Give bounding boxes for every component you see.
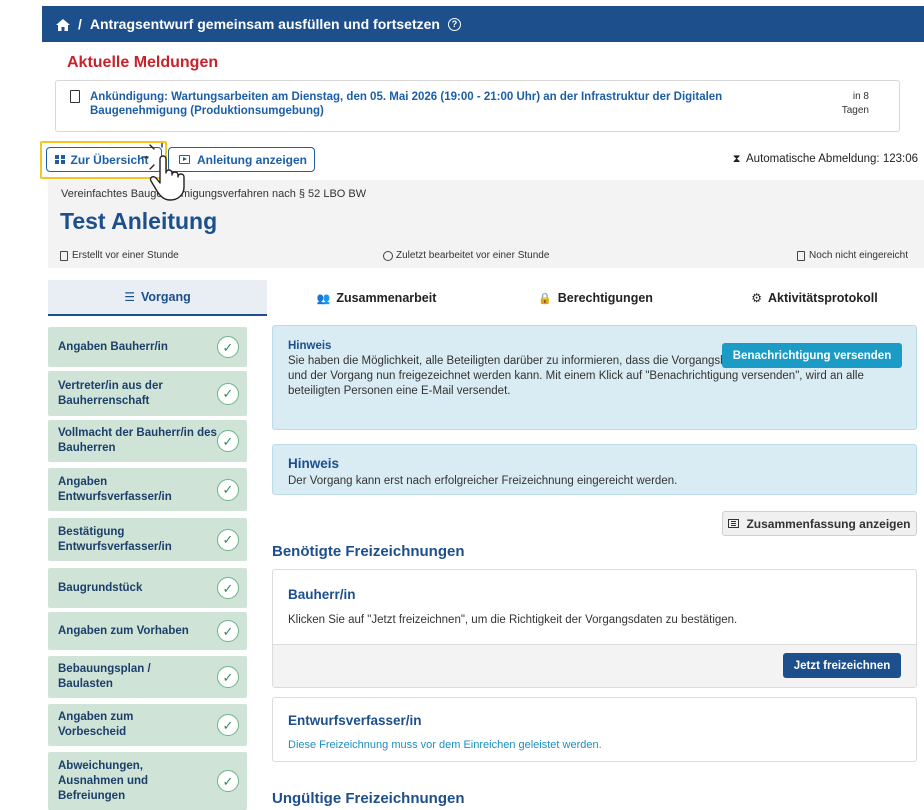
message-time: in 8 Tagen	[831, 90, 869, 118]
approval-card-entwurfsverfasser: Entwurfsverfasser/in Diese Freizeichnung…	[272, 697, 917, 762]
sidebar-item-vollmacht[interactable]: Vollmacht der Bauherr/in des Bauherren ✓	[48, 420, 247, 462]
check-icon: ✓	[217, 528, 239, 551]
sidebar-item-bebauungsplan[interactable]: Bebauungsplan / Baulasten ✓	[48, 656, 247, 698]
page-title: Antragsentwurf gemeinsam ausfüllen und f…	[89, 16, 440, 32]
check-icon: ✓	[217, 478, 239, 501]
application-title: Test Anleitung	[60, 208, 218, 234]
sidebar-item-label: Baugrundstück	[58, 581, 143, 594]
list-icon: ☰	[124, 290, 135, 304]
sidebar-item-label: Angaben zum Vorhaben	[58, 624, 189, 637]
hint-text: Der Vorgang kann erst nach erfolgreicher…	[288, 475, 678, 487]
sidebar-item-label: Angaben zum Vorbescheid	[58, 711, 134, 738]
user-lock-icon: 🔒	[538, 292, 552, 305]
auto-logout-label: Automatische Abmeldung: 123:06	[746, 153, 918, 165]
tab-label: Berechtigungen	[557, 291, 653, 305]
created-label: Erstellt vor einer Stunde	[72, 250, 179, 261]
hint-title: Hinweis	[288, 456, 340, 471]
check-icon: ✓	[217, 577, 239, 599]
sidebar-item-vertreter[interactable]: Vertreter/in aus der Bauherrenschaft ✓	[48, 371, 247, 416]
tab-bar: ☰ Vorgang 👥 Zusammenarbeit 🔒 Berechtigun…	[48, 280, 924, 316]
sign-now-button[interactable]: Jetzt freizeichnen	[783, 653, 901, 678]
page: / Antragsentwurf gemeinsam ausfüllen und…	[0, 0, 924, 810]
tab-zusammenarbeit[interactable]: 👥 Zusammenarbeit	[267, 280, 486, 316]
check-icon: ✓	[217, 382, 239, 405]
clock-icon	[383, 250, 393, 261]
check-icon: ✓	[217, 336, 239, 358]
notification-hint: Hinweis Sie haben die Möglichkeit, alle …	[272, 325, 917, 430]
sidebar-item-label: Angaben Entwurfsverfasser/in	[58, 475, 172, 503]
message-item[interactable]: Ankündigung: Wartungsarbeiten am Diensta…	[55, 80, 900, 132]
tab-vorgang[interactable]: ☰ Vorgang	[48, 280, 267, 316]
document-icon	[70, 90, 80, 103]
sidebar-item-vorhaben[interactable]: Angaben zum Vorhaben ✓	[48, 612, 247, 650]
edited-info: Zuletzt bearbeitet vor einer Stunde	[383, 250, 549, 261]
sidebar-item-label: Vollmacht der Bauherr/in des Bauherren	[58, 427, 217, 454]
hourglass-icon: ⧗	[732, 153, 741, 165]
card-footer: Jetzt freizeichnen	[273, 644, 916, 687]
card-text: Klicken Sie auf "Jetzt freizeichnen", um…	[288, 614, 738, 626]
check-icon: ✓	[217, 430, 239, 452]
submission-hint: Hinweis Der Vorgang kann erst nach erfol…	[272, 444, 917, 495]
tab-label: Aktivitätsprotokoll	[768, 291, 878, 305]
check-icon: ✓	[217, 620, 239, 642]
check-icon: ✓	[217, 666, 239, 688]
tab-aktivitaetsprotokoll[interactable]: ⚙ Aktivitätsprotokoll	[705, 280, 924, 316]
gear-icon: ⚙	[751, 291, 762, 305]
sidebar-item-label: Angaben Bauherr/in	[58, 340, 168, 353]
tab-label: Zusammenarbeit	[336, 291, 437, 305]
help-icon[interactable]: ?	[447, 17, 461, 31]
sidebar-item-entwurfsverfasser[interactable]: Angaben Entwurfsverfasser/in ✓	[48, 468, 247, 511]
sidebar-item-baugrundstueck[interactable]: Baugrundstück ✓	[48, 568, 247, 608]
top-bar: / Antragsentwurf gemeinsam ausfüllen und…	[0, 0, 924, 42]
card-title: Entwurfsverfasser/in	[288, 713, 422, 728]
procedure-type: Vereinfachtes Baugenehmigungsverfahren n…	[61, 188, 367, 200]
hand-pointer-icon	[141, 143, 185, 201]
document-icon	[60, 250, 68, 261]
show-summary-button[interactable]: Zusammenfassung anzeigen	[722, 511, 917, 536]
breadcrumb-separator: /	[78, 16, 82, 32]
sidebar-item-abweichungen[interactable]: Abweichungen, Ausnahmen und Befreiungen …	[48, 752, 247, 810]
created-info: Erstellt vor einer Stunde	[60, 250, 179, 261]
topbar-banner: / Antragsentwurf gemeinsam ausfüllen und…	[42, 6, 924, 42]
sidebar-item-label: Bebauungsplan / Baulasten	[58, 663, 151, 690]
required-approvals-title: Benötigte Freizeichnungen	[272, 543, 465, 560]
hint-title: Hinweis	[288, 340, 332, 352]
tab-label: Vorgang	[140, 290, 191, 304]
tab-berechtigungen[interactable]: 🔒 Berechtigungen	[486, 280, 705, 316]
auto-logout-timer: ⧗ Automatische Abmeldung: 123:06	[733, 153, 918, 166]
sidebar-item-bauherr[interactable]: Angaben Bauherr/in ✓	[48, 327, 247, 367]
invalid-approvals-title: Ungültige Freizeichnungen	[272, 790, 465, 807]
guide-button-label: Anleitung anzeigen	[197, 152, 308, 167]
summary-button-label: Zusammenfassung anzeigen	[746, 516, 911, 531]
card-title: Bauherr/in	[288, 587, 356, 602]
message-time-text: in 8 Tagen	[841, 91, 869, 116]
messages-title: Aktuelle Meldungen	[67, 54, 219, 71]
sidebar-item-label: Bestätigung Entwurfsverfasser/in	[58, 525, 172, 553]
card-text: Diese Freizeichnung muss vor dem Einreic…	[288, 739, 602, 751]
document-icon	[797, 250, 806, 261]
edited-label: Zuletzt bearbeitet vor einer Stunde	[396, 250, 550, 261]
sidebar-item-bestaetigung[interactable]: Bestätigung Entwurfsverfasser/in ✓	[48, 518, 247, 561]
message-link[interactable]: Ankündigung: Wartungsarbeiten am Diensta…	[90, 90, 820, 118]
sidebar-item-label: Abweichungen, Ausnahmen und Befreiungen	[58, 759, 149, 802]
check-icon: ✓	[217, 714, 239, 736]
send-notification-button[interactable]: Benachrichtigung versenden	[722, 343, 902, 368]
sidebar-item-vorbescheid[interactable]: Angaben zum Vorbescheid ✓	[48, 704, 247, 746]
check-icon: ✓	[217, 770, 239, 792]
home-icon[interactable]	[56, 18, 70, 31]
list-icon	[728, 519, 740, 528]
users-icon: 👥	[316, 292, 331, 305]
status-label: Noch nicht eingereicht	[809, 250, 908, 261]
status-info: Noch nicht eingereicht	[797, 250, 908, 261]
sidebar-item-label: Vertreter/in aus der Bauherrenschaft	[58, 379, 163, 407]
approval-card-bauherr: Bauherr/in Klicken Sie auf "Jetzt freize…	[272, 569, 917, 688]
